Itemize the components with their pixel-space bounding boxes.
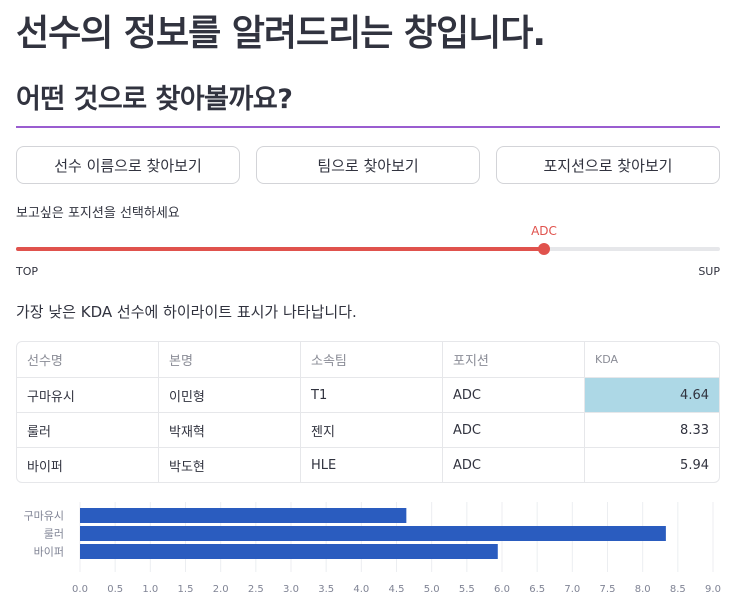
- column-header-player-name[interactable]: 선수명: [17, 342, 159, 377]
- chart-x-tick-label: 0.5: [107, 584, 123, 595]
- section-divider: [16, 126, 720, 128]
- table-cell-kda-highlighted[interactable]: 4.64: [585, 378, 719, 412]
- chart-y-category-label: 구마유시: [24, 510, 64, 523]
- chart-x-tick-label: 4.0: [353, 584, 369, 595]
- table-cell-kda[interactable]: 8.33: [585, 413, 719, 447]
- player-table: 선수명 본명 소속팀 포지션 KDA 구마유시 이민형 T1 ADC 4.64 …: [16, 341, 720, 483]
- chart-x-tick-label: 2.5: [248, 584, 264, 595]
- chart-x-tick-label: 9.0: [705, 584, 721, 595]
- table-row: 룰러 박재혁 젠지 ADC 8.33: [17, 413, 719, 448]
- page-title: 선수의 정보를 알려드리는 창입니다.: [16, 13, 546, 54]
- table-cell[interactable]: 젠지: [301, 413, 443, 447]
- chart-bar: [80, 508, 407, 523]
- position-slider-track[interactable]: [16, 247, 720, 251]
- chart-x-tick-label: 0.0: [72, 584, 88, 595]
- table-cell[interactable]: ADC: [443, 413, 585, 447]
- table-cell[interactable]: T1: [301, 378, 443, 412]
- column-header-real-name[interactable]: 본명: [159, 342, 301, 377]
- table-cell[interactable]: 박도현: [159, 448, 301, 482]
- slider-min-label: TOP: [16, 265, 39, 278]
- table-cell[interactable]: 박재혁: [159, 413, 301, 447]
- slider-max-label: SUP: [698, 265, 720, 278]
- search-by-team-button[interactable]: 팀으로 찾아보기: [256, 146, 480, 184]
- search-by-name-button[interactable]: 선수 이름으로 찾아보기: [16, 146, 240, 184]
- table-cell[interactable]: ADC: [443, 448, 585, 482]
- column-header-position[interactable]: 포지션: [443, 342, 585, 377]
- chart-x-tick-label: 3.0: [283, 584, 299, 595]
- table-row: 구마유시 이민형 T1 ADC 4.64: [17, 378, 719, 413]
- kda-bar-chart: 0.0 0.5 1.0 1.5 2.0 2.5 3.0 3.5 4.0 4.5 5.0 5.5 6.0 6…: [24, 502, 721, 595]
- position-slider-thumb[interactable]: [538, 243, 550, 255]
- table-row: 바이퍼 박도현 HLE ADC 5.94: [17, 448, 719, 482]
- chart-x-tick-label: 5.5: [459, 584, 475, 595]
- chart-x-tick-label: 4.5: [389, 584, 405, 595]
- chart-x-tick-label: 3.5: [318, 584, 334, 595]
- position-slider-value: ADC: [531, 224, 557, 238]
- table-cell[interactable]: 구마유시: [17, 378, 159, 412]
- table-cell[interactable]: ADC: [443, 378, 585, 412]
- chart-x-tick-label: 7.5: [600, 584, 616, 595]
- highlight-caption: 가장 낮은 KDA 선수에 하이라이트 표시가 나타납니다.: [16, 303, 357, 321]
- position-slider-label: 보고싶은 포지션을 선택하세요: [16, 206, 180, 221]
- chart-x-tick-label: 5.0: [424, 584, 440, 595]
- chart-x-tick-label: 1.5: [178, 584, 194, 595]
- table-cell[interactable]: 바이퍼: [17, 448, 159, 482]
- chart-bar: [80, 526, 666, 541]
- chart-y-category-label: 바이퍼: [34, 546, 64, 559]
- table-cell-kda[interactable]: 5.94: [585, 448, 719, 482]
- chart-x-tick-label: 1.0: [142, 584, 158, 595]
- position-slider-fill: [16, 247, 544, 251]
- chart-y-category-label: 룰러: [44, 528, 64, 541]
- search-by-position-button[interactable]: 포지션으로 찾아보기: [496, 146, 720, 184]
- chart-x-tick-label: 6.0: [494, 584, 510, 595]
- chart-x-tick-label: 8.5: [670, 584, 686, 595]
- chart-x-tick-label: 2.0: [213, 584, 229, 595]
- chart-bar: [80, 544, 498, 559]
- chart-x-tick-label: 6.5: [529, 584, 545, 595]
- column-header-kda[interactable]: KDA: [585, 342, 719, 377]
- table-cell[interactable]: HLE: [301, 448, 443, 482]
- table-header-row: 선수명 본명 소속팀 포지션 KDA: [17, 342, 719, 378]
- section-subtitle: 어떤 것으로 찾아볼까요?: [16, 84, 293, 115]
- table-cell[interactable]: 이민형: [159, 378, 301, 412]
- chart-x-tick-label: 7.0: [564, 584, 580, 595]
- column-header-team[interactable]: 소속팀: [301, 342, 443, 377]
- table-cell[interactable]: 룰러: [17, 413, 159, 447]
- chart-x-tick-label: 8.0: [635, 584, 651, 595]
